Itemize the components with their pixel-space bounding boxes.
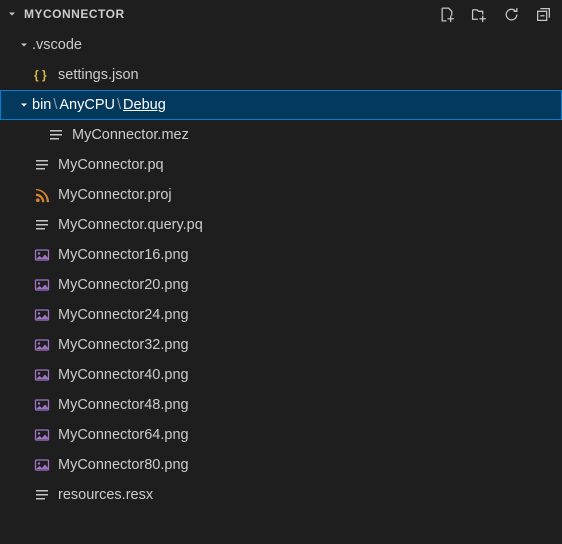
explorer-header: MYCONNECTOR [0,0,562,28]
file-myconnector48-png[interactable]: MyConnector48.png [0,390,562,420]
crumb-segment: bin [32,97,51,113]
path-separator: \ [53,97,57,113]
file-myconnector40-png[interactable]: MyConnector40.png [0,360,562,390]
file-resources-resx[interactable]: resources.resx [0,480,562,510]
chevron-down-icon [16,97,32,113]
file-lines-icon [32,485,52,505]
file-myconnector24-png[interactable]: MyConnector24.png [0,300,562,330]
folder-label: .vscode [32,37,82,53]
new-folder-icon[interactable] [470,5,488,23]
svg-text:{ }: { } [34,68,47,82]
file-label: MyConnector.pq [58,157,164,173]
file-label: MyConnector.proj [58,187,172,203]
image-icon [32,335,52,355]
file-myconnector-mez[interactable]: MyConnector.mez [0,120,562,150]
file-myconnector16-png[interactable]: MyConnector16.png [0,240,562,270]
file-myconnector20-png[interactable]: MyConnector20.png [0,270,562,300]
project-title: MYCONNECTOR [24,7,125,21]
image-icon [32,245,52,265]
file-label: MyConnector48.png [58,397,189,413]
file-lines-icon [46,125,66,145]
file-label: MyConnector.query.pq [58,217,203,233]
file-label: settings.json [58,67,139,83]
file-lines-icon [32,215,52,235]
image-icon [32,305,52,325]
folder-bin-anycpu-debug[interactable]: bin\AnyCPU\Debug [0,90,562,120]
file-myconnector80-png[interactable]: MyConnector80.png [0,450,562,480]
header-actions [438,5,552,23]
image-icon [32,455,52,475]
json-icon: { } [32,65,52,85]
file-label: MyConnector24.png [58,307,189,323]
file-label: MyConnector.mez [72,127,189,143]
image-icon [32,395,52,415]
path-separator: \ [117,97,121,113]
file-lines-icon [32,155,52,175]
refresh-icon[interactable] [502,5,520,23]
rss-icon [32,185,52,205]
image-icon [32,275,52,295]
file-myconnector64-png[interactable]: MyConnector64.png [0,420,562,450]
crumb-segment-active: Debug [123,97,166,113]
file-label: MyConnector80.png [58,457,189,473]
image-icon [32,365,52,385]
header-left[interactable]: MYCONNECTOR [4,6,125,22]
file-label: MyConnector16.png [58,247,189,263]
file-myconnector-proj[interactable]: MyConnector.proj [0,180,562,210]
file-myconnector-query-pq[interactable]: MyConnector.query.pq [0,210,562,240]
collapse-all-icon[interactable] [534,5,552,23]
file-tree: .vscode { } settings.json bin\AnyCPU\Deb… [0,28,562,510]
file-label: MyConnector40.png [58,367,189,383]
breadcrumb: bin\AnyCPU\Debug [32,97,166,113]
folder-vscode[interactable]: .vscode [0,30,562,60]
file-label: MyConnector64.png [58,427,189,443]
file-myconnector32-png[interactable]: MyConnector32.png [0,330,562,360]
file-settings-json[interactable]: { } settings.json [0,60,562,90]
chevron-down-icon [4,6,20,22]
chevron-down-icon [16,37,32,53]
file-label: MyConnector32.png [58,337,189,353]
image-icon [32,425,52,445]
crumb-segment: AnyCPU [59,97,115,113]
new-file-icon[interactable] [438,5,456,23]
file-label: MyConnector20.png [58,277,189,293]
file-myconnector-pq[interactable]: MyConnector.pq [0,150,562,180]
file-label: resources.resx [58,487,153,503]
